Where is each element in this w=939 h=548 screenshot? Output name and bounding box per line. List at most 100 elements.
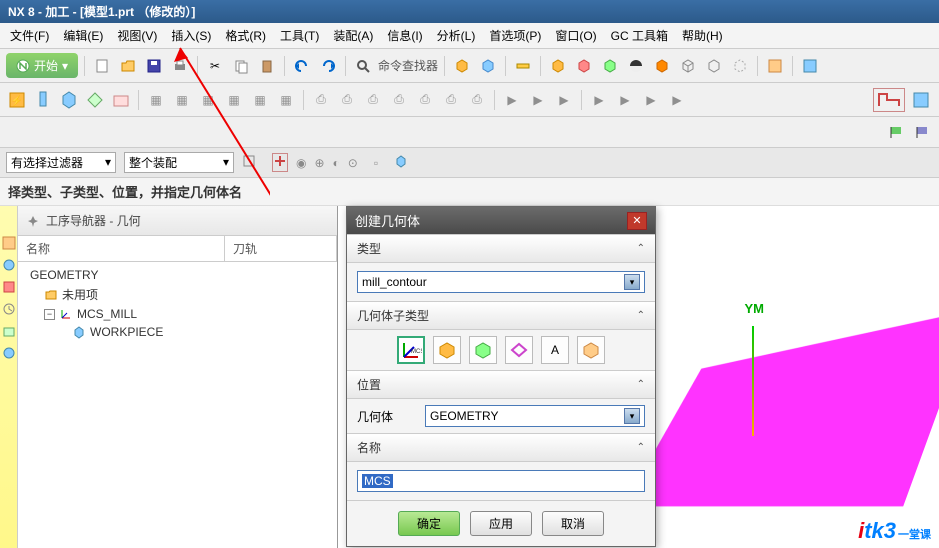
- create-tool-icon[interactable]: [32, 89, 54, 111]
- menu-bar: 文件(F) 编辑(E) 视图(V) 插入(S) 格式(R) 工具(T) 装配(A…: [0, 23, 939, 49]
- section-type-header[interactable]: 类型 ⌃: [347, 234, 655, 263]
- subtype-mcs-icon[interactable]: MCS: [397, 336, 425, 364]
- tree-mcs-mill[interactable]: − MCS_MILL: [24, 305, 331, 323]
- cube3-icon[interactable]: [547, 55, 569, 77]
- tool-a-icon[interactable]: [764, 55, 786, 77]
- cube5-icon[interactable]: [599, 55, 621, 77]
- menu-file[interactable]: 文件(F): [4, 25, 55, 46]
- snap-4-icon[interactable]: ⊙: [348, 156, 358, 170]
- tab-web-icon[interactable]: [2, 346, 16, 360]
- geometry-dropdown[interactable]: GEOMETRY ▾: [425, 405, 645, 427]
- menu-view[interactable]: 视图(V): [111, 25, 163, 46]
- wireframe2-icon[interactable]: [703, 55, 725, 77]
- tool-b-icon[interactable]: [799, 55, 821, 77]
- folder-icon: [44, 288, 58, 302]
- menu-gc[interactable]: GC 工具箱: [605, 25, 674, 46]
- create-op-icon[interactable]: [110, 89, 132, 111]
- subtype-area-icon[interactable]: [577, 336, 605, 364]
- paste-icon[interactable]: [256, 55, 278, 77]
- wireframe1-icon[interactable]: [677, 55, 699, 77]
- name-input[interactable]: MCS: [357, 470, 645, 492]
- snap-3-icon[interactable]: ◐: [333, 156, 340, 170]
- cancel-button[interactable]: 取消: [542, 511, 604, 536]
- tab-part-icon[interactable]: [2, 258, 16, 272]
- flag-green-icon[interactable]: [885, 121, 907, 143]
- type-dropdown[interactable]: mill_contour ▾: [357, 271, 645, 293]
- menu-window[interactable]: 窗口(O): [549, 25, 602, 46]
- selection-filter-dropdown[interactable]: 有选择过滤器 ▾: [6, 152, 116, 173]
- disabled-12-icon: ⎙: [440, 89, 462, 111]
- flag-blue-icon[interactable]: [911, 121, 933, 143]
- start-button[interactable]: 开始 ▾: [6, 53, 78, 78]
- create-prog-icon[interactable]: ⚡: [6, 89, 28, 111]
- tab-role-icon[interactable]: [2, 324, 16, 338]
- measure-icon[interactable]: [512, 55, 534, 77]
- subtype-part-icon[interactable]: [469, 336, 497, 364]
- menu-pref[interactable]: 首选项(P): [483, 25, 547, 46]
- cube6-icon[interactable]: [651, 55, 673, 77]
- tab-history-icon[interactable]: [2, 302, 16, 316]
- new-file-icon[interactable]: [91, 55, 113, 77]
- create-geom-icon[interactable]: [58, 89, 80, 111]
- section-subtype-header[interactable]: 几何体子类型 ⌃: [347, 301, 655, 330]
- wireframe3-icon[interactable]: [729, 55, 751, 77]
- disabled-1-icon: ▦: [145, 89, 167, 111]
- section-position-header[interactable]: 位置 ⌃: [347, 370, 655, 399]
- open-file-icon[interactable]: [117, 55, 139, 77]
- expand-minus-icon[interactable]: −: [44, 309, 55, 320]
- half-sphere-icon[interactable]: [625, 55, 647, 77]
- undo-icon[interactable]: [291, 55, 313, 77]
- menu-analysis[interactable]: 分析(L): [431, 25, 482, 46]
- col-name[interactable]: 名称: [18, 236, 225, 261]
- pin-icon[interactable]: [26, 214, 40, 228]
- save-icon[interactable]: [143, 55, 165, 77]
- chevron-up-icon: ⌃: [637, 310, 645, 321]
- solid-mode-icon[interactable]: [909, 88, 933, 112]
- menu-assembly[interactable]: 装配(A): [327, 25, 379, 46]
- chevron-down-icon: ▾: [105, 155, 111, 169]
- tab-nav-icon[interactable]: [2, 236, 16, 250]
- command-finder-icon[interactable]: [352, 55, 374, 77]
- subtype-workpiece-icon[interactable]: [433, 336, 461, 364]
- cube2-icon[interactable]: [477, 55, 499, 77]
- snap-5-icon[interactable]: ▫: [374, 156, 378, 170]
- toolbar-2: ⚡ ▦ ▦ ▦ ▦ ▦ ▦ ⎙ ⎙ ⎙ ⎙ ⎙ ⎙ ⎙ ▶ ▶ ▶ ▶ ▶ ▶ …: [0, 83, 939, 117]
- tab-reuse-icon[interactable]: [2, 280, 16, 294]
- snap-plus-icon[interactable]: [272, 153, 288, 172]
- col-toolpath[interactable]: 刀轨: [225, 236, 337, 261]
- hint-bar: 择类型、子类型、位置，并指定几何体名: [0, 178, 939, 206]
- menu-format[interactable]: 格式(R): [219, 25, 272, 46]
- cut-icon[interactable]: ✂: [204, 55, 226, 77]
- disabled-3-icon: ▦: [197, 89, 219, 111]
- outline-mode-icon[interactable]: [873, 88, 905, 112]
- tree-unused[interactable]: 未用项: [24, 284, 331, 305]
- menu-info[interactable]: 信息(I): [381, 25, 428, 46]
- copy-icon[interactable]: [230, 55, 252, 77]
- filter-row: 有选择过滤器 ▾ 整个装配 ▾ ◉ ⊕ ◐ ⊙ ▫: [0, 148, 939, 178]
- section-name-header[interactable]: 名称 ⌃: [347, 433, 655, 462]
- redo-icon[interactable]: [317, 55, 339, 77]
- snap-2-icon[interactable]: ⊕: [314, 156, 324, 170]
- ok-button[interactable]: 确定: [398, 511, 460, 536]
- menu-insert[interactable]: 插入(S): [165, 25, 217, 46]
- tree-root-geometry[interactable]: GEOMETRY: [24, 266, 331, 284]
- subtype-text-icon[interactable]: A: [541, 336, 569, 364]
- filter-a-icon[interactable]: [242, 154, 256, 171]
- menu-tool[interactable]: 工具(T): [274, 25, 325, 46]
- create-method-icon[interactable]: [84, 89, 106, 111]
- cube1-icon[interactable]: [451, 55, 473, 77]
- close-button[interactable]: ✕: [627, 212, 647, 230]
- snap-6-icon[interactable]: [394, 154, 408, 171]
- print-icon[interactable]: [169, 55, 191, 77]
- apply-button[interactable]: 应用: [470, 511, 532, 536]
- assembly-filter-dropdown[interactable]: 整个装配 ▾: [124, 152, 234, 173]
- snap-1-icon[interactable]: ◉: [296, 156, 306, 170]
- subtype-boundary-icon[interactable]: [505, 336, 533, 364]
- operation-navigator-panel: 工序导航器 - 几何 名称 刀轨 GEOMETRY 未用项 − MCS_MILL…: [18, 206, 338, 548]
- dialog-title-bar[interactable]: 创建几何体 ✕: [347, 207, 655, 234]
- cube4-icon[interactable]: [573, 55, 595, 77]
- nx-logo-icon: [16, 59, 30, 73]
- tree-workpiece[interactable]: WORKPIECE: [24, 323, 331, 341]
- menu-edit[interactable]: 编辑(E): [57, 25, 109, 46]
- menu-help[interactable]: 帮助(H): [676, 25, 729, 46]
